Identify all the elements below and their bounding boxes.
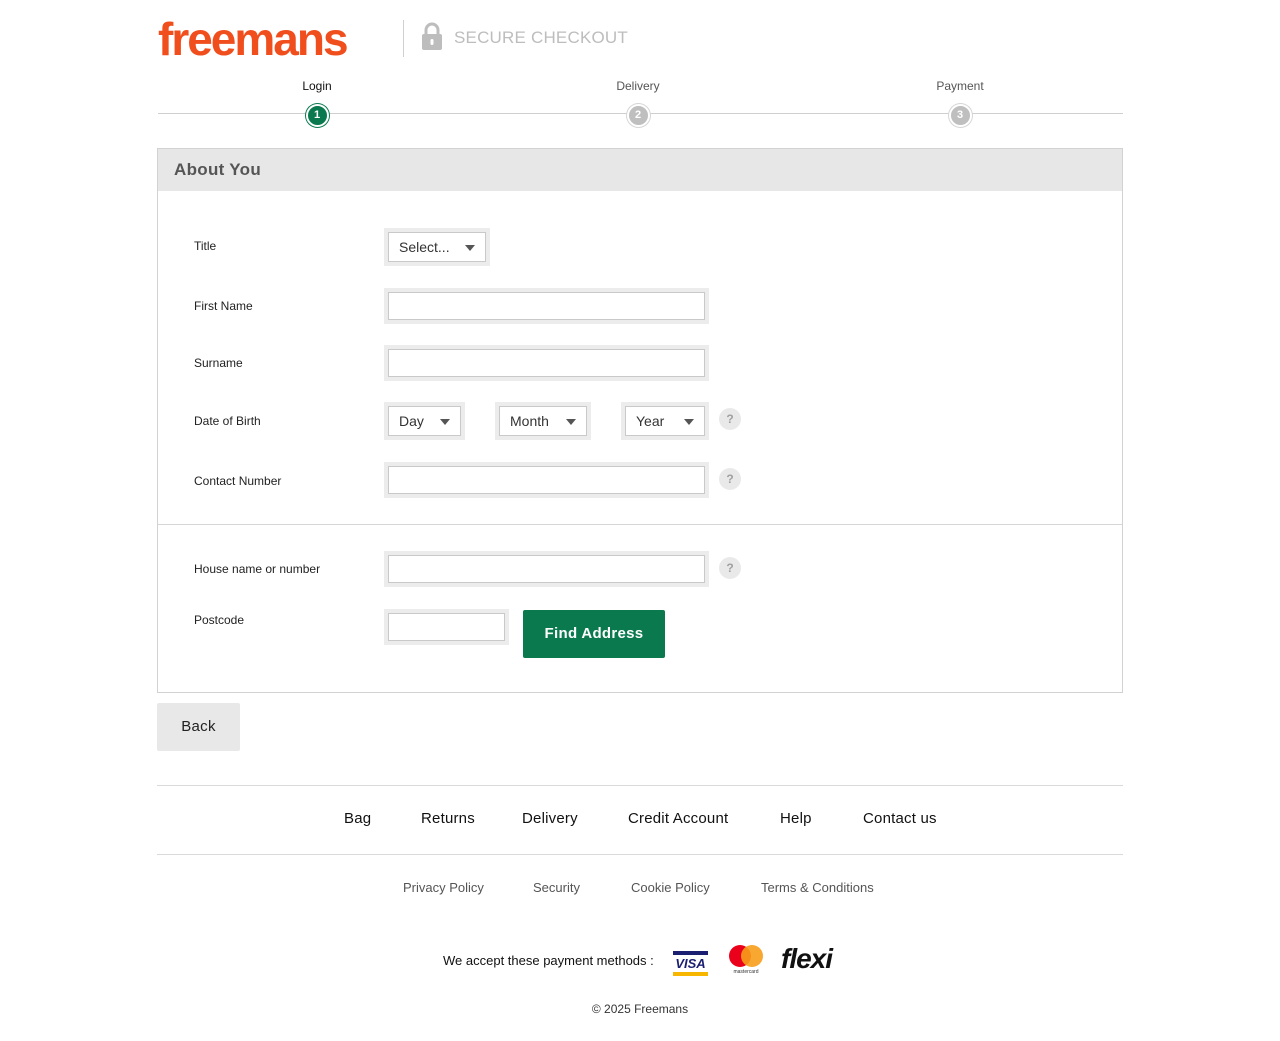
first-name-label: First Name [194,299,253,313]
privacy-policy-link[interactable]: Privacy Policy [403,880,484,895]
step-number-badge: 1 [305,104,329,127]
freemans-logo[interactable]: freemans [158,16,349,62]
surname-label: Surname [194,356,243,370]
dob-label: Date of Birth [194,414,261,428]
step-payment: Payment 3 [900,78,1020,127]
cookie-policy-link[interactable]: Cookie Policy [631,880,710,895]
step-number-badge: 3 [948,104,972,127]
dob-month-select[interactable]: Month [499,406,587,436]
dob-year-wrap: Year [621,402,709,440]
security-link[interactable]: Security [533,880,580,895]
chevron-down-icon [566,419,576,425]
dob-month-value: Month [510,413,549,429]
step-login: Login 1 [257,78,377,127]
find-address-button[interactable]: Find Address [523,610,665,658]
dob-month-wrap: Month [495,402,591,440]
title-select-value: Select... [399,239,450,255]
dob-day-value: Day [399,413,424,429]
house-input[interactable] [388,555,705,583]
house-wrap [384,551,709,587]
back-button[interactable]: Back [157,703,240,751]
step-label: Login [302,79,332,93]
chevron-down-icon [684,419,694,425]
footer-link-returns[interactable]: Returns [421,810,475,827]
footer-link-bag[interactable]: Bag [344,810,371,827]
title-select[interactable]: Select... [388,232,486,262]
payment-methods-text: We accept these payment methods : [443,953,654,968]
footer-link-delivery[interactable]: Delivery [522,810,578,827]
visa-logo: VISA [673,948,708,976]
copyright: © 2025 Freemans [591,1002,689,1016]
step-label: Delivery [616,79,660,93]
mastercard-text: mastercard [733,969,759,975]
title-label: Title [194,239,217,253]
house-help-icon[interactable]: ? [719,557,741,579]
contact-number-wrap [384,462,709,498]
footer-link-credit-account[interactable]: Credit Account [628,810,728,827]
contact-number-input[interactable] [388,466,705,494]
chevron-down-icon [465,245,475,251]
flexi-logo: flexi [781,943,833,974]
chevron-down-icon [440,419,450,425]
dob-year-value: Year [636,413,665,429]
step-number-badge: 2 [626,104,650,127]
postcode-label: Postcode [194,613,245,627]
footer-link-contact-us[interactable]: Contact us [863,810,937,827]
visa-stripe-top [673,951,708,955]
title-select-wrap: Select... [384,228,490,266]
checkout-progress: Login 1 Delivery 2 Payment 3 [158,78,1123,128]
dob-day-select[interactable]: Day [388,406,461,436]
section-divider [158,524,1122,525]
footer-divider-top [157,785,1123,786]
contact-number-label: Contact Number [194,474,282,488]
surname-input[interactable] [388,349,705,377]
first-name-input[interactable] [388,292,705,320]
first-name-wrap [384,288,709,324]
lock-icon [422,22,442,50]
about-you-panel: About You Title Select... First Name Sur… [157,148,1123,693]
step-label: Payment [936,79,984,93]
footer-divider-bottom [157,854,1123,855]
step-delivery: Delivery 2 [578,78,698,127]
header-divider [403,20,404,57]
mastercard-logo: mastercard [729,945,763,977]
panel-heading: About You [158,149,1122,191]
postcode-input[interactable] [388,613,505,641]
visa-stripe-bottom [673,972,708,976]
footer-link-help[interactable]: Help [780,810,812,827]
terms-conditions-link[interactable]: Terms & Conditions [761,880,874,895]
surname-wrap [384,345,709,381]
contact-help-icon[interactable]: ? [719,468,741,490]
dob-day-wrap: Day [384,402,465,440]
dob-year-select[interactable]: Year [625,406,705,436]
secure-checkout-label: SECURE CHECKOUT [454,28,628,47]
mastercard-orange-circle [741,945,763,967]
dob-help-icon[interactable]: ? [719,408,741,430]
house-label: House name or number [194,562,321,576]
visa-text: VISA [675,956,706,971]
postcode-wrap [384,609,509,645]
